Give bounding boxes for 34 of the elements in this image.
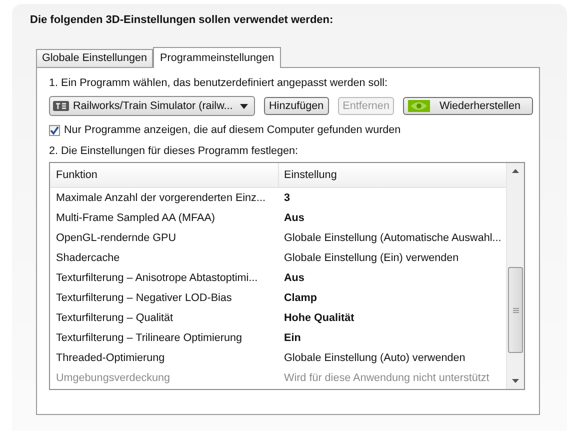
- scrollbar[interactable]: [506, 163, 524, 389]
- eye-logo-icon: [408, 100, 430, 112]
- table-cell[interactable]: Multi-Frame Sampled AA (MFAA): [50, 208, 278, 228]
- table-cell[interactable]: Hohe Qualität: [278, 308, 506, 328]
- program-icon: [53, 101, 69, 111]
- table-cell[interactable]: Maximale Anzahl der vorgerenderten Einz...: [50, 188, 278, 208]
- table-cell[interactable]: Aus: [278, 208, 506, 228]
- table-cell[interactable]: Globale Einstellung (Automatische Auswahl...: [278, 228, 506, 248]
- table-cell[interactable]: OpenGL-rendernde GPU: [50, 228, 278, 248]
- table-cell[interactable]: Aus: [278, 268, 506, 288]
- program-dropdown[interactable]: Railworks/Train Simulator (railw...: [49, 96, 255, 116]
- button[interactable]: Wiederherstellen: [403, 97, 534, 115]
- section-heading: Die folgenden 3D-Einstellungen sollen verwendet werden:: [30, 14, 334, 28]
- table-cell[interactable]: Ein: [278, 328, 506, 348]
- table-cell[interactable]: Globale Einstellung (Auto) verwenden: [278, 348, 506, 368]
- tab[interactable]: Globale Einstellungen: [36, 49, 154, 67]
- step-label: 2. Die Einstellungen für dieses Programm festlegen:: [49, 144, 300, 159]
- table-cell[interactable]: Texturfilterung – Negativer LOD-Bias: [50, 288, 278, 308]
- checkbox-label[interactable]: Nur Programme anzeigen, die auf diesem Computer gefunden wurden: [64, 122, 401, 138]
- table-cell[interactable]: Texturfilterung – Qualität: [50, 308, 278, 328]
- table-cell[interactable]: Shadercache: [50, 248, 278, 268]
- table-cell[interactable]: Clamp: [278, 288, 506, 308]
- table-cell[interactable]: Threaded-Optimierung: [50, 348, 278, 368]
- table-cell[interactable]: Globale Einstellung (Ein) verwenden: [278, 248, 506, 268]
- checkbox[interactable]: [49, 124, 60, 136]
- scrollbar-thumb[interactable]: [508, 267, 523, 353]
- tab[interactable]: Programmeinstellungen: [153, 47, 282, 68]
- table-cell[interactable]: 3: [278, 188, 506, 208]
- table-cell[interactable]: Texturfilterung – Anisotrope Abtastoptimi...: [50, 268, 278, 288]
- caret-icon: [240, 104, 248, 108]
- step-label: 1. Ein Programm wählen, das benutzerdefiniert angepasst werden soll:: [49, 76, 388, 91]
- button[interactable]: Hinzufügen: [264, 97, 329, 115]
- table-cell[interactable]: Texturfilterung – Trilineare Optimierung: [50, 328, 278, 348]
- column-header[interactable]: Funktion: [50, 163, 278, 187]
